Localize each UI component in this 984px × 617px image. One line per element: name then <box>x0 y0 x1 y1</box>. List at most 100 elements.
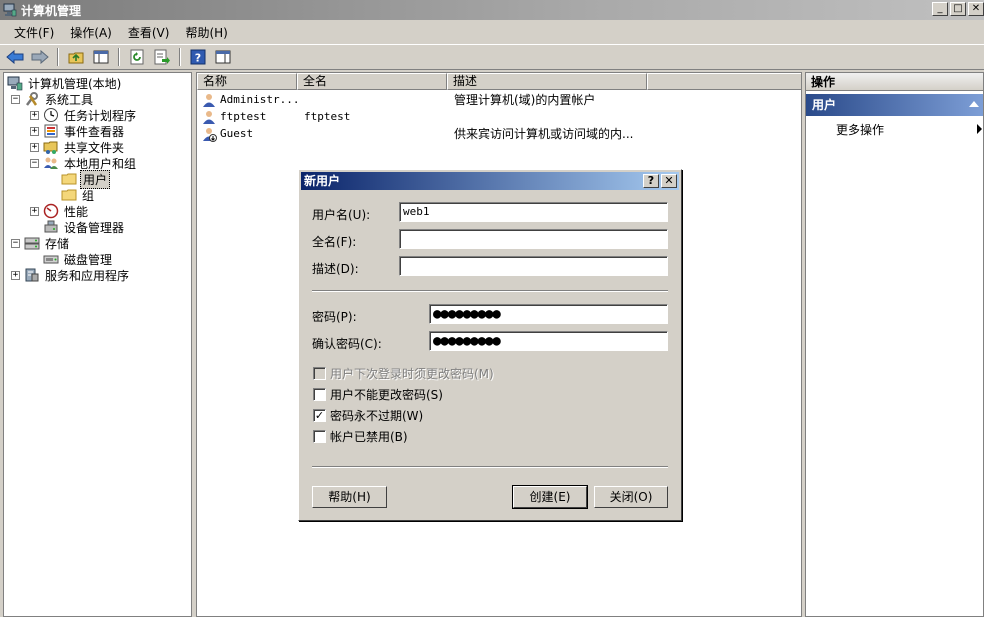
tree-item-users[interactable]: 用户 <box>61 169 111 189</box>
disk-icon <box>43 251 59 267</box>
checkmark-icon[interactable]: ✓ <box>313 408 326 422</box>
must-change-password-checkbox: 用户下次登录时须更改密码(M) <box>313 365 494 381</box>
table-row[interactable]: ftptest ftptest <box>201 108 794 125</box>
back-button[interactable] <box>4 47 26 67</box>
more-actions-link[interactable]: 更多操作 <box>836 121 884 138</box>
tree-item-label: 组 <box>82 188 95 203</box>
cell-name: Guest <box>220 127 254 140</box>
tree-item-label: 性能 <box>64 204 89 219</box>
tree-item-groups[interactable]: 组 <box>61 187 96 203</box>
tree-item-task-scheduler[interactable]: + 任务计划程序 <box>30 107 138 123</box>
cell-name: Administr... <box>220 93 300 106</box>
tree-item-label: 事件查看器 <box>64 124 125 139</box>
help-toolbar-button[interactable]: ? <box>187 47 209 67</box>
close-button[interactable]: 关闭(O) <box>594 486 668 508</box>
expand-icon[interactable]: + <box>11 270 20 280</box>
expand-icon[interactable]: + <box>30 126 39 136</box>
menu-file[interactable]: 文件(F) <box>6 24 62 41</box>
toolbar-separator <box>118 48 120 66</box>
column-header-name[interactable]: 名称 <box>197 73 297 90</box>
expand-icon[interactable]: + <box>30 110 39 120</box>
tree-item-performance[interactable]: + 性能 <box>30 203 90 219</box>
user-icon <box>201 109 217 125</box>
tree-item-event-viewer[interactable]: + 事件查看器 <box>30 123 126 139</box>
dialog-help-button[interactable]: ? <box>643 174 659 188</box>
tree-item-system-tools[interactable]: − 系统工具 <box>11 91 95 107</box>
description-input[interactable] <box>399 256 668 276</box>
export-list-button[interactable] <box>151 47 173 67</box>
minimize-icon: _ <box>937 3 943 14</box>
dialog-title: 新用户 <box>304 174 341 188</box>
menu-view[interactable]: 查看(V) <box>120 24 178 41</box>
divider <box>312 290 668 292</box>
up-level-button[interactable] <box>65 47 87 67</box>
password-never-expires-checkbox[interactable]: ✓ 密码永不过期(W) <box>313 407 423 423</box>
tree-item-label: 任务计划程序 <box>64 108 137 123</box>
menu-help[interactable]: 帮助(H) <box>177 24 235 41</box>
tree-item-label: 磁盘管理 <box>64 252 113 267</box>
tree-item-computer-management[interactable]: 计算机管理(本地) <box>7 75 123 91</box>
user-icon <box>201 92 217 108</box>
table-row[interactable]: Administr... 管理计算机(域)的内置帐户 <box>201 91 794 108</box>
forward-button[interactable] <box>29 47 51 67</box>
collapse-icon[interactable]: − <box>11 94 20 104</box>
shared-folder-icon <box>43 139 59 155</box>
fullname-input[interactable] <box>399 229 668 249</box>
column-header-description[interactable]: 描述 <box>447 73 647 90</box>
computer-management-window: 计算机管理 _ □ ✕ 文件(F) 操作(A) 查看(V) 帮助(H) ? 计算… <box>0 0 984 617</box>
folder-icon <box>61 171 77 187</box>
tree-item-device-manager[interactable]: 设备管理器 <box>43 219 126 235</box>
collapse-icon[interactable]: − <box>30 158 39 168</box>
username-input[interactable]: web1 <box>399 202 668 222</box>
checkbox-box <box>313 366 326 380</box>
tree-item-storage[interactable]: − 存储 <box>11 235 71 251</box>
dialog-close-button[interactable]: ✕ <box>661 174 677 188</box>
menu-action[interactable]: 操作(A) <box>62 24 120 41</box>
tree-item-label: 系统工具 <box>45 92 94 107</box>
tree-item-services-applications[interactable]: + 服务和应用程序 <box>11 267 131 283</box>
checkbox-box[interactable] <box>313 429 326 443</box>
actions-pane: 操作 用户 更多操作 <box>805 72 984 617</box>
description-label: 描述(D): <box>312 262 359 276</box>
clock-icon <box>43 107 59 123</box>
export-list-icon <box>154 49 170 65</box>
show-hide-action-pane-button[interactable] <box>212 47 234 67</box>
cell-fullname: ftptest <box>304 110 351 123</box>
collapse-icon[interactable]: − <box>11 238 20 248</box>
tree-item-disk-management[interactable]: 磁盘管理 <box>43 251 114 267</box>
tree-item-shared-folders[interactable]: + 共享文件夹 <box>30 139 126 155</box>
console-tree-icon <box>93 50 109 64</box>
minimize-button[interactable]: _ <box>932 2 948 16</box>
dialog-title-bar[interactable]: 新用户 ? ✕ <box>301 172 679 190</box>
expand-icon[interactable]: + <box>30 142 39 152</box>
tree-item-label: 共享文件夹 <box>64 140 125 155</box>
cannot-change-password-checkbox[interactable]: 用户不能更改密码(S) <box>313 386 443 402</box>
column-header-fullname[interactable]: 全名 <box>297 73 447 90</box>
close-window-button[interactable]: ✕ <box>968 2 984 16</box>
table-row[interactable]: Guest 供来宾访问计算机或访问域的内... <box>201 125 794 142</box>
window-title: 计算机管理 <box>21 3 82 18</box>
title-bar[interactable]: 计算机管理 _ □ ✕ <box>0 0 984 20</box>
expand-icon[interactable]: + <box>30 206 39 216</box>
show-hide-tree-button[interactable] <box>90 47 112 67</box>
account-disabled-checkbox[interactable]: 帐户已禁用(B) <box>313 428 408 444</box>
collapse-up-icon[interactable] <box>969 101 979 107</box>
help-button[interactable]: 帮助(H) <box>312 486 387 508</box>
checkbox-box[interactable] <box>313 387 326 401</box>
actions-group-users[interactable]: 用户 <box>806 94 983 116</box>
computer-management-icon <box>3 3 17 17</box>
tree-item-label: 存储 <box>45 236 70 251</box>
toolbar-separator <box>57 48 59 66</box>
refresh-button[interactable] <box>126 47 148 67</box>
confirm-password-input[interactable]: ●●●●●●●●● <box>429 331 668 351</box>
actions-group-label: 用户 <box>812 98 837 112</box>
actions-title: 操作 <box>806 73 983 91</box>
folder-up-icon <box>68 52 84 64</box>
folder-icon <box>61 187 77 203</box>
checkbox-label: 密码永不过期(W) <box>330 408 424 423</box>
create-button[interactable]: 创建(E) <box>512 485 588 509</box>
tree-item-label: 服务和应用程序 <box>45 268 130 283</box>
close-icon: ✕ <box>971 3 981 14</box>
password-input[interactable]: ●●●●●●●●● <box>429 304 668 324</box>
maximize-button[interactable]: □ <box>950 2 966 16</box>
